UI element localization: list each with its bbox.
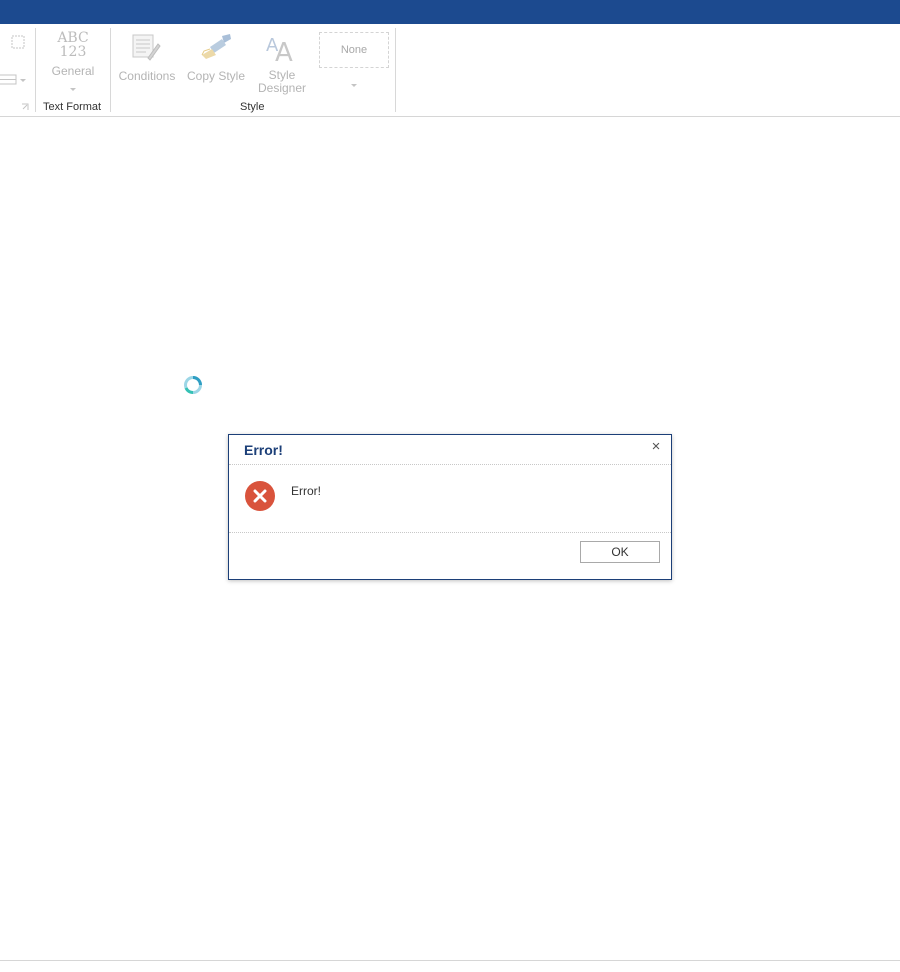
ok-button[interactable]: OK <box>580 541 660 563</box>
style-gallery-dropdown-arrow[interactable] <box>351 84 357 87</box>
style-designer-label-line2: Designer <box>257 81 307 95</box>
ribbon-separator <box>110 28 111 112</box>
loading-spinner-icon <box>184 376 202 394</box>
copy-style-icon[interactable] <box>200 33 234 61</box>
style-designer-icon[interactable]: A A <box>266 31 298 63</box>
number-format-dropdown-arrow[interactable] <box>70 88 76 91</box>
dialog-header-divider <box>229 464 671 465</box>
conditions-icon[interactable] <box>132 34 162 62</box>
number-format-icon-123: 123 <box>59 44 87 60</box>
number-format-label[interactable]: General <box>48 64 98 78</box>
ribbon-separator <box>35 28 36 112</box>
dialog-launcher-icon[interactable] <box>21 103 29 111</box>
dialog-message: Error! <box>291 484 321 498</box>
dialog-footer-divider <box>229 532 671 533</box>
svg-text:A: A <box>275 38 293 63</box>
style-designer-button[interactable]: Style Designer <box>252 69 312 95</box>
error-dialog: Error! × Error! OK <box>228 434 672 580</box>
ribbon-toolbar: ABC 123 General Text Format Conditions C… <box>0 24 900 117</box>
number-format-icon[interactable]: ABC 123 <box>52 31 94 59</box>
text-format-group-label: Text Format <box>43 101 102 113</box>
ribbon-separator <box>395 28 396 112</box>
conditions-button[interactable]: Conditions <box>112 69 182 83</box>
style-preset-gallery[interactable]: None <box>319 32 389 68</box>
app-top-bar <box>0 0 900 24</box>
close-icon[interactable]: × <box>649 439 663 454</box>
border-style-dropdown-icon[interactable] <box>0 74 28 86</box>
dialog-title: Error! <box>244 442 283 458</box>
copy-style-button[interactable]: Copy Style <box>184 69 248 83</box>
workspace-bottom-border <box>0 960 900 961</box>
number-format-icon-abc: ABC <box>57 30 89 46</box>
style-group-label: Style <box>240 101 265 113</box>
borders-icon[interactable] <box>11 35 25 49</box>
error-icon <box>245 481 275 511</box>
